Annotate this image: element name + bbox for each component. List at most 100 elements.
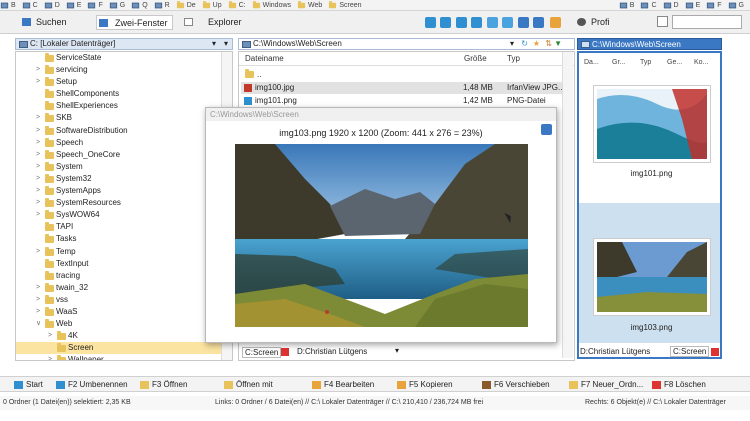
tree-item[interactable]: > Speech_OneCore [16, 149, 232, 161]
forward-arrow-icon[interactable] [440, 17, 451, 28]
tree-item[interactable]: > servicing [16, 64, 232, 76]
expand-icon[interactable]: > [48, 354, 52, 360]
column-type-header[interactable]: Typ [507, 54, 520, 63]
expand-icon[interactable]: > [36, 161, 40, 173]
tree-item[interactable]: ∨ Web [16, 318, 232, 330]
tree-item[interactable]: ServiceState [16, 52, 232, 64]
sync-icon[interactable] [487, 17, 498, 28]
expand-icon[interactable]: > [36, 137, 40, 149]
column-header[interactable]: Gr... [612, 59, 625, 66]
close-icon[interactable] [281, 348, 289, 356]
drive-button[interactable]: D [663, 1, 679, 10]
two-window-button[interactable]: Zwei-Fenster [96, 15, 173, 30]
function-key-button[interactable]: Öffnen mit [224, 380, 273, 389]
column-header[interactable]: Typ [640, 59, 651, 66]
drive-button[interactable]: Q [131, 1, 148, 10]
expand-icon[interactable]: > [36, 173, 40, 185]
drive-button[interactable]: B [0, 1, 16, 10]
function-key-button[interactable]: F3 Öffnen [140, 380, 187, 389]
image-viewer-window[interactable]: C:\Windows\Web\Screen img103.png 1920 x … [205, 107, 557, 343]
column-header[interactable]: Ko... [694, 59, 708, 66]
function-key-button[interactable]: F5 Kopieren [397, 380, 453, 389]
middle-path-bar[interactable]: C:\Windows\Web\Screen ▾ ↻ ★ ⇅ ▼ [238, 38, 575, 50]
expand-icon[interactable]: > [36, 246, 40, 258]
expand-icon[interactable]: > [36, 197, 40, 209]
quick-search-input[interactable] [672, 15, 742, 29]
expand-icon[interactable]: > [36, 209, 40, 221]
dropdown-icon[interactable]: ▾ [212, 39, 216, 49]
tree-item[interactable]: Screen [16, 342, 232, 355]
tab-c-screen[interactable]: C:Screen [670, 346, 710, 357]
drive-button[interactable]: G [109, 1, 125, 10]
column-header[interactable]: Da... [584, 59, 599, 66]
drive-button[interactable]: C [22, 1, 38, 10]
star-icon[interactable]: ★ [533, 39, 540, 49]
down-arrow-icon[interactable] [471, 17, 482, 28]
tree-item[interactable]: tracing [16, 270, 232, 282]
tree-item[interactable]: > WaaS [16, 306, 232, 318]
file-row[interactable]: .. [241, 69, 569, 81]
tab-c-screen[interactable]: C:Screen [242, 347, 282, 358]
expand-icon[interactable]: > [36, 306, 40, 318]
expand-icon[interactable]: > [36, 294, 40, 306]
tree-item[interactable]: > System [16, 161, 232, 173]
tree-item[interactable]: > vss [16, 294, 232, 306]
expand-icon[interactable]: > [36, 282, 40, 294]
drive-button[interactable]: C [640, 1, 657, 10]
function-key-button[interactable]: Start [14, 380, 43, 389]
search-button[interactable]: Suchen [22, 15, 67, 30]
tree-item[interactable]: > SystemApps [16, 185, 232, 197]
function-key-button[interactable]: F2 Umbenennen [56, 380, 128, 389]
function-key-button[interactable]: F8 Löschen [652, 380, 706, 389]
image-view-icon[interactable] [533, 17, 544, 28]
drive-button[interactable]: R [154, 1, 170, 10]
thumbnail-img103[interactable] [593, 238, 711, 316]
explorer-button[interactable]: Explorer [184, 15, 242, 30]
column-size-header[interactable]: Größe [464, 54, 487, 63]
sort-icon[interactable]: ⇅ [545, 39, 552, 49]
expand-icon[interactable]: > [36, 64, 40, 76]
expand-icon[interactable]: > [36, 149, 40, 161]
tree-item[interactable]: > SysWOW64 [16, 209, 232, 221]
tree-item[interactable]: TextInput [16, 258, 232, 270]
left-path-bar[interactable]: C: [Lokaler Datenträger] ▾ ▾ [15, 38, 233, 50]
tab-d-christian[interactable]: D:Christian Lütgens [580, 347, 650, 356]
tree-item[interactable]: ShellExperiences [16, 100, 232, 112]
drive-button[interactable]: F [87, 1, 103, 10]
favorites-icon[interactable]: ▾ [224, 39, 228, 49]
tree-item[interactable]: > Speech [16, 137, 232, 149]
compare-icon[interactable] [502, 17, 513, 28]
binoculars-icon[interactable] [518, 17, 529, 28]
drive-button[interactable]: Screen [328, 0, 362, 10]
tree-item[interactable]: > SoftwareDistribution [16, 125, 232, 137]
tree-item[interactable]: > System32 [16, 173, 232, 185]
expand-icon[interactable]: > [48, 330, 52, 342]
tree-item[interactable]: Tasks [16, 233, 232, 245]
tree-item[interactable]: > twain_32 [16, 282, 232, 294]
file-row[interactable]: img101.png 1,42 MB PNG-Datei [241, 95, 569, 107]
tree-item[interactable]: > Temp [16, 246, 232, 258]
expand-icon[interactable]: > [36, 125, 40, 137]
refresh-icon[interactable]: ↻ [521, 39, 528, 49]
drive-button[interactable]: De [176, 0, 196, 10]
drive-button[interactable]: Up [202, 0, 222, 10]
drive-button[interactable]: Windows [252, 0, 291, 10]
filter-icon[interactable]: ▼ [554, 39, 562, 49]
function-key-button[interactable]: F4 Bearbeiten [312, 380, 374, 389]
tab-dropdown-icon[interactable]: ▾ [395, 346, 399, 355]
function-key-button[interactable]: F6 Verschieben [482, 380, 550, 389]
drive-button[interactable]: F [706, 1, 722, 10]
expand-icon[interactable]: > [36, 112, 40, 124]
up-arrow-icon[interactable] [456, 17, 467, 28]
collapse-icon[interactable]: ∨ [36, 318, 41, 330]
layout-icon[interactable] [550, 17, 561, 28]
thumbnail-img101[interactable] [593, 85, 711, 163]
drive-button[interactable]: C: [228, 0, 246, 10]
expand-icon[interactable]: > [36, 76, 40, 88]
tab-d-christian[interactable]: D:Christian Lütgens [295, 347, 367, 356]
expand-icon[interactable]: > [36, 185, 40, 197]
right-path-bar[interactable]: C:\Windows\Web\Screen [577, 38, 722, 50]
tree-item[interactable]: > Setup [16, 76, 232, 88]
column-header[interactable]: Ge... [667, 59, 682, 66]
function-key-button[interactable]: F7 Neuer_Ordn... [569, 380, 643, 389]
